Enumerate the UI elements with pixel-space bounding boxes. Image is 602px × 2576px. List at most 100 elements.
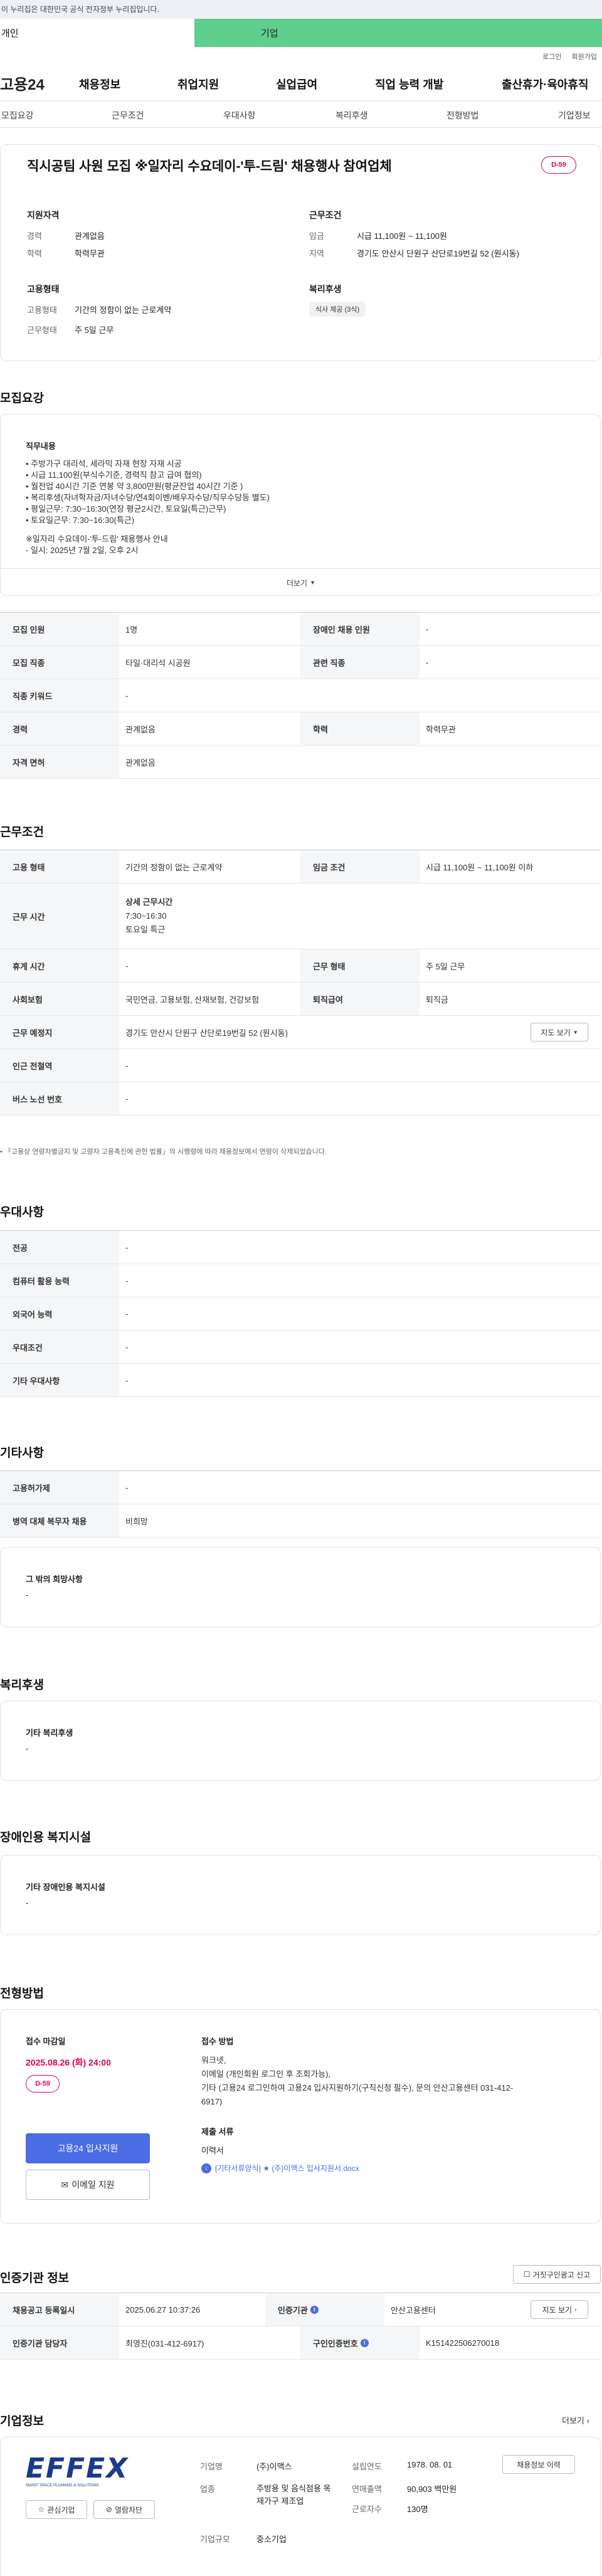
employment-type-value: 기간의 정함이 없는 근로계약 [75, 305, 172, 315]
attachment-icon: ↓ [201, 2163, 211, 2173]
gnb-menu-jobs[interactable]: 채용정보 [79, 76, 120, 92]
block-company-button[interactable]: ⊘ 열람차단 [93, 2500, 155, 2519]
company-size-value: 중소기업 [256, 2535, 287, 2544]
certify-map-button[interactable]: 지도 보기 › [531, 2300, 588, 2319]
company-card: EFFEX SMART SPACE PLANNING & SOLUTIONS ☆… [0, 2437, 601, 2576]
method-list: 워크넷, 이메일 (개인회원 로그인 후 조회가능), 기타 (고용24 로그인… [201, 2054, 578, 2109]
row-label: 임금 조건 [300, 850, 420, 883]
welfare-card: 기타 복리후생 - [0, 1701, 601, 1781]
gnb-menu-unemployment[interactable]: 실업급여 [276, 76, 317, 92]
info-icon[interactable]: i [310, 2305, 319, 2314]
row-label: 전공 [0, 1231, 119, 1264]
row-value: - [125, 690, 129, 700]
row-value: 학력무관 [426, 724, 456, 734]
disabled-card: 기타 장애인용 복지시설 - [0, 1855, 601, 1935]
site-logo[interactable]: 고용24 [0, 72, 45, 94]
row-label: 외국어 능력 [0, 1297, 119, 1330]
duty-line: ※일자리 수요데이-'투-드림' 채용행사 안내 [26, 534, 168, 544]
subnav-work-conditions[interactable]: 근무조건 [112, 109, 144, 122]
employees-value: 130명 [407, 2505, 428, 2514]
false-ad-report-button[interactable]: ☐ 거짓구인광고 신고 [513, 2265, 601, 2284]
row-value: 주 5일 근무 [426, 961, 465, 971]
row-value: - [125, 1342, 129, 1352]
area-label: 지역 [309, 249, 324, 258]
hope-value: - [26, 1590, 29, 1600]
apply-button[interactable]: 고용24 입사지원 [26, 2133, 150, 2163]
tab-personal[interactable]: 개인 [0, 19, 194, 47]
row-label: 인증기관 담당자 [0, 2326, 119, 2359]
company-name-label: 기업명 [200, 2462, 223, 2471]
row-label: 고용허가제 [0, 1471, 119, 1504]
row-label: 학력 [300, 712, 420, 745]
company-name-value: (주)이맥스 [256, 2462, 292, 2471]
table-row: 외국어 능력 - [0, 1297, 601, 1331]
tab-bar-fill [389, 19, 602, 47]
row-value: - [125, 1309, 129, 1319]
chevron-right-icon: › [574, 2306, 577, 2313]
row-value: 비희망 [125, 1516, 148, 1526]
deadline-label: 접수 마감일 [26, 2037, 66, 2046]
subnav-selection[interactable]: 전형방법 [446, 109, 479, 122]
company-section-title: 기업정보 [0, 2415, 44, 2428]
login-link[interactable]: 로그인 [542, 51, 561, 61]
gnb-menu-parental-leave[interactable]: 출산휴가·육아휴직 [502, 76, 588, 92]
row-value: - [125, 1375, 129, 1385]
career-value: 관계없음 [75, 231, 105, 241]
subnav-preference[interactable]: 우대사항 [223, 109, 256, 122]
welfare-chip: 식사 제공 (3식) [309, 302, 366, 317]
map-view-label: 지도 보기 [541, 1028, 571, 1037]
attachment-link[interactable]: ↓ [기타서류양식] ★ (주)이맥스 입사지원서.docx [201, 2163, 359, 2173]
selection-card: 접수 마감일 2025.08.26 (화) 24:00 D-59 고용24 입사… [0, 2009, 601, 2224]
table-row: 자격 면허 관계없음 [0, 746, 601, 779]
method-line: 기타 (고용24 로그인하여 고용24 입사지원하기(구직신청 필수), 문의 … [201, 2083, 514, 2093]
table-row: 사회보험 국민연금, 고용보험, 산재보험, 건강보험 퇴직급여 퇴직금 [0, 983, 601, 1016]
section-subnav: 모집요강 근무조건 우대사항 복리후생 전형방법 기업정보 [0, 100, 602, 128]
cert-number-label: 구인인증번호 [313, 2338, 358, 2348]
education-value: 학력무관 [75, 249, 105, 258]
duty-line: • 복리후생(자녀학자금/자녀수당/연4회이벤/배우자수당/직무수당등 별도) [26, 493, 270, 502]
prefer-table: 전공 - 컴퓨터 활용 능력 - 외국어 능력 - 우대조건 - 기타 우대사항 - [0, 1230, 601, 1397]
info-icon[interactable]: i [360, 2338, 369, 2347]
block-label: 열람차단 [114, 2505, 143, 2515]
map-view-button[interactable]: 지도 보기 ▼ [531, 1023, 588, 1042]
table-row: 경력 관계없음 학력 학력무관 [0, 712, 601, 746]
welfare-heading: 복리후생 [309, 284, 342, 294]
table-row: 채용공고 등록일시 2025.06.27 10:37:26 인증기관 i 안산고용… [0, 2293, 601, 2326]
row-value: - [125, 1242, 129, 1252]
tab-company[interactable]: 기업 [194, 19, 389, 47]
table-row: 고용 형태 기간의 정함이 없는 근로계약 임금 조건 시급 11,100원 ~… [0, 850, 601, 884]
row-value: - [125, 1482, 129, 1492]
row-label: 고용 형태 [0, 850, 119, 883]
company-logo-text: EFFEX [26, 2452, 129, 2484]
join-link[interactable]: 회원가입 [572, 51, 597, 61]
company-more-link[interactable]: 더보기 › [562, 2414, 589, 2426]
deadline-value: 2025.08.26 (화) 24:00 [26, 2057, 111, 2067]
top-links: 로그인 회원가입 [0, 47, 602, 66]
job-history-button[interactable]: 채용정보 이력 [502, 2455, 575, 2474]
work-time-heading: 상세 근무시간 [125, 897, 173, 907]
gnb-menu-employment-support[interactable]: 취업지원 [177, 76, 219, 92]
chevron-down-icon: ▼ [573, 1029, 578, 1035]
favorite-company-button[interactable]: ☆ 관심기업 [26, 2500, 87, 2519]
subnav-recruit[interactable]: 모집요강 [1, 109, 34, 122]
certify-section-title: 인증기관 정보 [0, 2272, 70, 2285]
employment-heading: 고용형태 [27, 284, 60, 294]
sales-label: 연매출액 [352, 2484, 382, 2494]
gov-banner: 이 누리집은 대한민국 공식 전자정부 누리집입니다. [0, 0, 602, 19]
docs-label: 제출 서류 [201, 2127, 234, 2136]
table-row: 우대조건 - [0, 1331, 601, 1364]
gnb-menu-training[interactable]: 직업 능력 개발 [375, 76, 443, 92]
table-row: 병역 대체 복무자 채용 비희망 [0, 1504, 601, 1538]
subnav-welfare[interactable]: 복리후생 [335, 109, 368, 122]
welfare-box-value: - [26, 1744, 29, 1753]
email-apply-button[interactable]: ✉ 이메일 지원 [26, 2170, 150, 2200]
work-time-line: 토요일 특근 [125, 925, 166, 934]
job-summary-card: 직시공팀 사원 모집 ※일자리 수요데이-'투-드림' 채용행사 참여업체 D-… [0, 144, 601, 361]
more-button[interactable]: 더보기 ▼ [1, 568, 600, 595]
subnav-company[interactable]: 기업정보 [558, 109, 591, 122]
chevron-down-icon: ▼ [310, 579, 316, 586]
row-value: 안산고용센터 [391, 2305, 436, 2315]
row-label: 근무 예정지 [0, 1016, 119, 1048]
method-line: 워크넷, [201, 2056, 226, 2065]
row-label: 기타 우대사항 [0, 1364, 119, 1396]
